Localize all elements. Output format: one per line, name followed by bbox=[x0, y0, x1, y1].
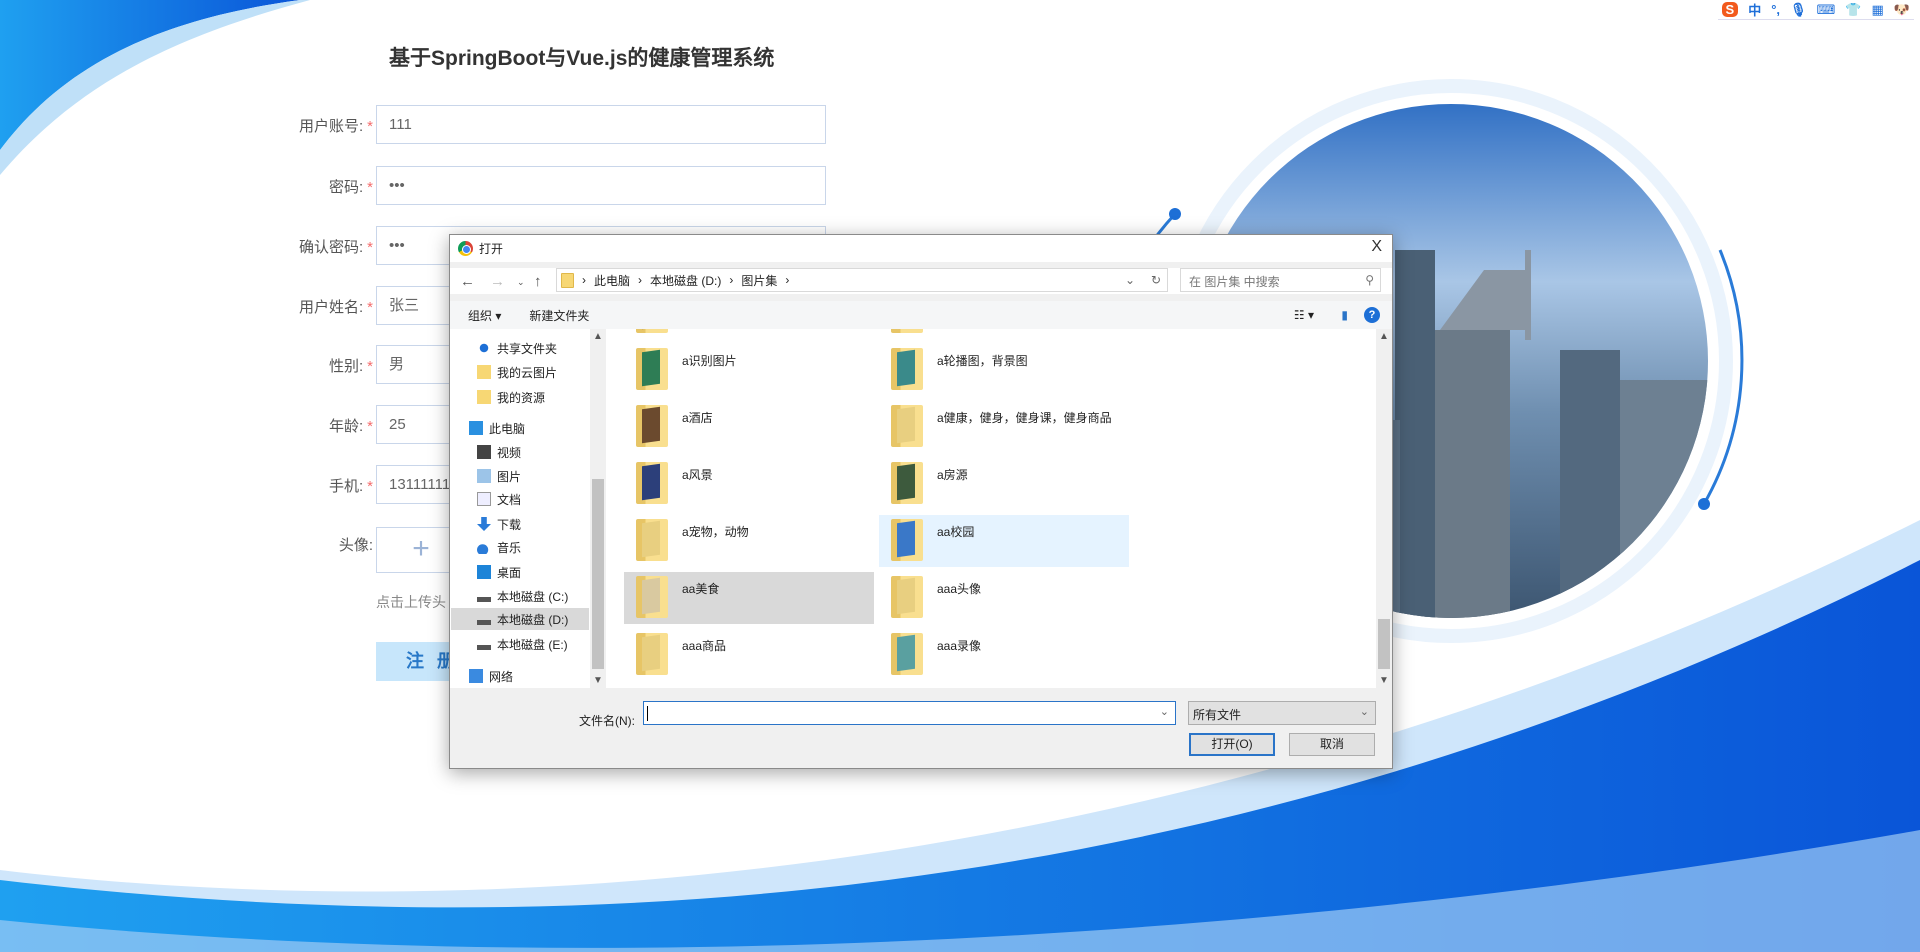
folder-icon bbox=[891, 576, 923, 618]
refresh-icon[interactable]: ↻ bbox=[1151, 273, 1161, 287]
dialog-titlebar: 打开 X bbox=[450, 235, 1392, 262]
filename-input[interactable]: ⌄ bbox=[643, 701, 1176, 725]
folder-icon bbox=[636, 405, 668, 447]
new-folder-button[interactable]: 新建文件夹 bbox=[529, 307, 589, 324]
grid-icon[interactable]: ▦ bbox=[1872, 2, 1884, 18]
dialog-title: 打开 bbox=[479, 242, 504, 256]
folder-icon bbox=[636, 576, 668, 618]
folder-icon bbox=[561, 272, 574, 288]
required-mark: * bbox=[367, 478, 373, 495]
chevron-down-icon: ⌄ bbox=[1359, 706, 1369, 718]
field-label: 年龄: * bbox=[328, 418, 373, 435]
sogou-logo: S bbox=[1721, 2, 1739, 17]
punctuation-toggle[interactable]: °, bbox=[1771, 2, 1780, 17]
field-label: 确认密码: * bbox=[298, 239, 373, 256]
file-type-select[interactable]: 所有文件 ⌄ bbox=[1188, 701, 1376, 725]
required-mark: * bbox=[367, 179, 373, 196]
shirt-icon[interactable]: 👕 bbox=[1845, 2, 1861, 18]
required-mark: * bbox=[367, 118, 373, 135]
chevron-down-icon[interactable]: ⌄ bbox=[1160, 705, 1169, 718]
page-title: 基于SpringBoot与Vue.js的健康管理系统 bbox=[389, 47, 775, 70]
folder-item[interactable]: a宠物，动物 bbox=[624, 515, 874, 567]
preview-pane-icon[interactable]: ▮ bbox=[1341, 308, 1348, 322]
breadcrumb-item[interactable]: 图片集 bbox=[741, 272, 777, 289]
folder-item[interactable]: a轮播图，背景图 bbox=[879, 344, 1129, 396]
dialog-content: 共享文件夹 我的云图片 我的资源 此电脑 视频 图片 文档 下载 音乐 桌面 本地磁盘 (C:) 本地… bbox=[450, 329, 1392, 688]
language-toggle[interactable]: 中 bbox=[1748, 0, 1761, 19]
form-input[interactable]: 111 bbox=[376, 105, 826, 144]
search-icon: ⚲ bbox=[1365, 273, 1374, 287]
folder-item[interactable]: aaa头像 bbox=[879, 572, 1129, 624]
breadcrumb-item[interactable]: 此电脑 bbox=[594, 272, 630, 289]
search-input[interactable]: 在 图片集 中搜索 ⚲ bbox=[1180, 268, 1381, 292]
open-button[interactable]: 打开(O) bbox=[1189, 733, 1275, 756]
required-mark: * bbox=[367, 358, 373, 375]
file-list: a识别图片 a轮播图，背景图 a酒店 a健康，健身，健身课，健身商品 a风景 a房源 a宠物… bbox=[450, 329, 1376, 688]
required-mark: * bbox=[367, 299, 373, 316]
required-mark: * bbox=[367, 418, 373, 435]
avatar-label: 头像: bbox=[338, 537, 373, 554]
field-label: 手机: * bbox=[328, 478, 373, 495]
folder-icon bbox=[891, 519, 923, 561]
field-label: 用户姓名: * bbox=[298, 299, 373, 316]
field-label: 密码: * bbox=[328, 179, 373, 196]
address-row: ← → ⌄ ↑ › 此电脑 › 本地磁盘 (D:) › 图片集 › ⌄ ↻ 在 图片集… bbox=[450, 268, 1392, 294]
folder-item[interactable] bbox=[624, 329, 874, 339]
folder-icon bbox=[636, 633, 668, 675]
files-scrollbar[interactable]: ▲ ▼ bbox=[1376, 329, 1392, 688]
field-label: 性别: * bbox=[328, 358, 373, 375]
recent-dropdown-icon[interactable]: ⌄ bbox=[517, 277, 525, 288]
mic-icon[interactable]: 🎙 bbox=[1790, 2, 1807, 18]
folder-item[interactable]: a房源 bbox=[879, 458, 1129, 510]
path-dropdown-icon[interactable]: ⌄ bbox=[1125, 273, 1135, 287]
address-bar[interactable]: › 此电脑 › 本地磁盘 (D:) › 图片集 › ⌄ ↻ bbox=[556, 268, 1168, 292]
required-mark: * bbox=[367, 239, 373, 256]
form-input[interactable]: ••• bbox=[376, 166, 826, 205]
folder-icon bbox=[891, 462, 923, 504]
breadcrumb-item[interactable]: 本地磁盘 (D:) bbox=[650, 272, 721, 289]
folder-item[interactable]: a健康，健身，健身课，健身商品 bbox=[879, 401, 1129, 453]
up-icon[interactable]: ↑ bbox=[534, 273, 542, 290]
folder-icon bbox=[636, 462, 668, 504]
folder-item[interactable]: a识别图片 bbox=[624, 344, 874, 396]
back-icon[interactable]: ← bbox=[460, 273, 475, 290]
folder-item[interactable]: a风景 bbox=[624, 458, 874, 510]
folder-icon bbox=[636, 348, 668, 390]
avatar-hint: 点击上传头 bbox=[376, 594, 446, 610]
dialog-toolbar: 组织 ▾ 新建文件夹 ☷ ▾ ▮ ? bbox=[450, 301, 1392, 329]
plus-icon: + bbox=[412, 532, 430, 565]
folder-item[interactable]: a酒店 bbox=[624, 401, 874, 453]
close-button[interactable]: X bbox=[1371, 238, 1382, 256]
folder-item[interactable]: aaa录像 bbox=[879, 629, 1129, 681]
keyboard-icon[interactable]: ⌨ bbox=[1817, 2, 1836, 18]
folder-icon bbox=[891, 405, 923, 447]
folder-icon bbox=[636, 519, 668, 561]
folder-item[interactable] bbox=[879, 329, 1129, 339]
chrome-icon bbox=[458, 241, 473, 256]
mascot-icon[interactable]: 🐶 bbox=[1894, 2, 1910, 18]
folder-item[interactable]: aaa商品 bbox=[624, 629, 874, 681]
folder-icon bbox=[891, 633, 923, 675]
organize-menu[interactable]: 组织 ▾ bbox=[468, 307, 501, 324]
folder-item[interactable]: aa美食 bbox=[624, 572, 874, 624]
folder-item[interactable]: aa校园 bbox=[879, 515, 1129, 567]
help-icon[interactable]: ? bbox=[1364, 307, 1380, 323]
filename-label: 文件名(N): bbox=[579, 714, 635, 728]
folder-icon bbox=[636, 329, 668, 333]
forward-icon[interactable]: → bbox=[490, 273, 505, 290]
cancel-button[interactable]: 取消 bbox=[1289, 733, 1375, 756]
folder-icon bbox=[891, 348, 923, 390]
field-label: 用户账号: * bbox=[298, 118, 373, 135]
folder-icon bbox=[891, 329, 923, 333]
file-open-dialog: 打开 X ← → ⌄ ↑ › 此电脑 › 本地磁盘 (D:) › 图片集 › ⌄ ↻ … bbox=[449, 234, 1393, 769]
view-options-icon[interactable]: ☷ ▾ bbox=[1294, 308, 1314, 322]
ime-toolbar[interactable]: S 中 °, 🎙 ⌨ 👕 ▦ 🐶 bbox=[1717, 0, 1914, 20]
